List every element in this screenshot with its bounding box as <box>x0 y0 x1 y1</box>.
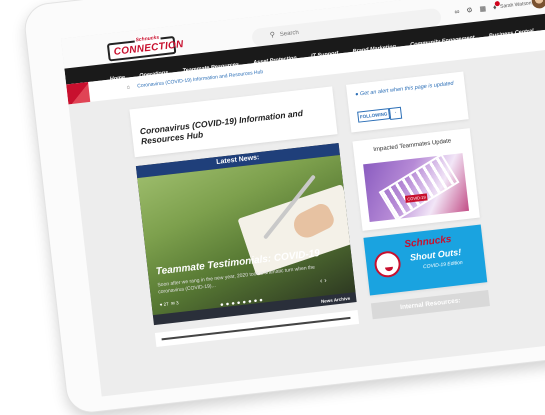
comments-count: 3 <box>175 300 179 306</box>
page-title: Coronavirus (COVID-19) Information and R… <box>139 107 304 147</box>
notification-bell-icon[interactable]: ♦ <box>493 0 501 12</box>
link-icon[interactable]: ∞ <box>454 9 460 17</box>
tablet-frame: Schnucks CONNECTION ⚲ ∞ ⚙ ▦ ♦ Sarah Wats… <box>22 0 545 415</box>
comments-icon: ✉ <box>170 300 176 307</box>
following-button[interactable]: FOLLOWING <box>357 108 391 123</box>
news-carousel[interactable]: Latest News: Teammate Testimonials: COVI… <box>135 143 357 326</box>
likes-icon: ♥ <box>159 302 163 308</box>
logo-main-text: CONNECTION <box>113 38 185 58</box>
shout-outs-card[interactable]: Schnucks Shout Outs! COVID-19 Edition <box>363 224 488 296</box>
tubes-illustration <box>378 153 460 222</box>
gear-icon[interactable]: ⚙ <box>466 7 473 15</box>
user-name[interactable]: Sarah Watson <box>500 0 532 10</box>
rss-icon[interactable]: ⋅ <box>388 106 403 121</box>
carousel-dots[interactable]: ●●●●●●●● <box>220 297 265 308</box>
alert-card: ● Get an alert when this page is updated… <box>346 71 469 133</box>
apps-grid-icon[interactable]: ▦ <box>479 6 486 14</box>
prev-arrow-icon[interactable]: ‹ <box>320 278 323 285</box>
alert-link[interactable]: ● Get an alert when this page is updated <box>355 81 454 98</box>
impacted-teammates-card[interactable]: Impacted Teammates Update COVID-19 <box>352 128 480 231</box>
internal-resources-heading: Internal Resources: <box>370 290 490 320</box>
mascot-icon <box>373 249 402 279</box>
likes-count: 27 <box>163 301 169 307</box>
news-stats: ♥ 27 ✉ 3 <box>159 300 179 308</box>
shout-subtitle: COVID-19 Edition <box>422 259 463 271</box>
header-icons: ∞ ⚙ ▦ ♦ <box>454 0 502 17</box>
avatar[interactable] <box>530 0 545 10</box>
brand-accent-stripe <box>66 82 91 105</box>
test-tubes-image: COVID-19 <box>363 153 470 223</box>
news-photo: Teammate Testimonials: COVID-19 Soon aft… <box>137 154 357 316</box>
alert-text: Get an alert when this page is updated <box>359 80 454 98</box>
search-icon: ⚲ <box>269 31 276 40</box>
screen: Schnucks CONNECTION ⚲ ∞ ⚙ ▦ ♦ Sarah Wats… <box>60 0 545 397</box>
carousel-arrows: ‹ › <box>320 277 327 285</box>
home-icon[interactable]: ⌂ <box>127 84 131 90</box>
news-archive-link[interactable]: News Archive <box>321 296 351 304</box>
next-arrow-icon[interactable]: › <box>324 277 327 284</box>
impacted-title: Impacted Teammates Update <box>373 138 452 154</box>
